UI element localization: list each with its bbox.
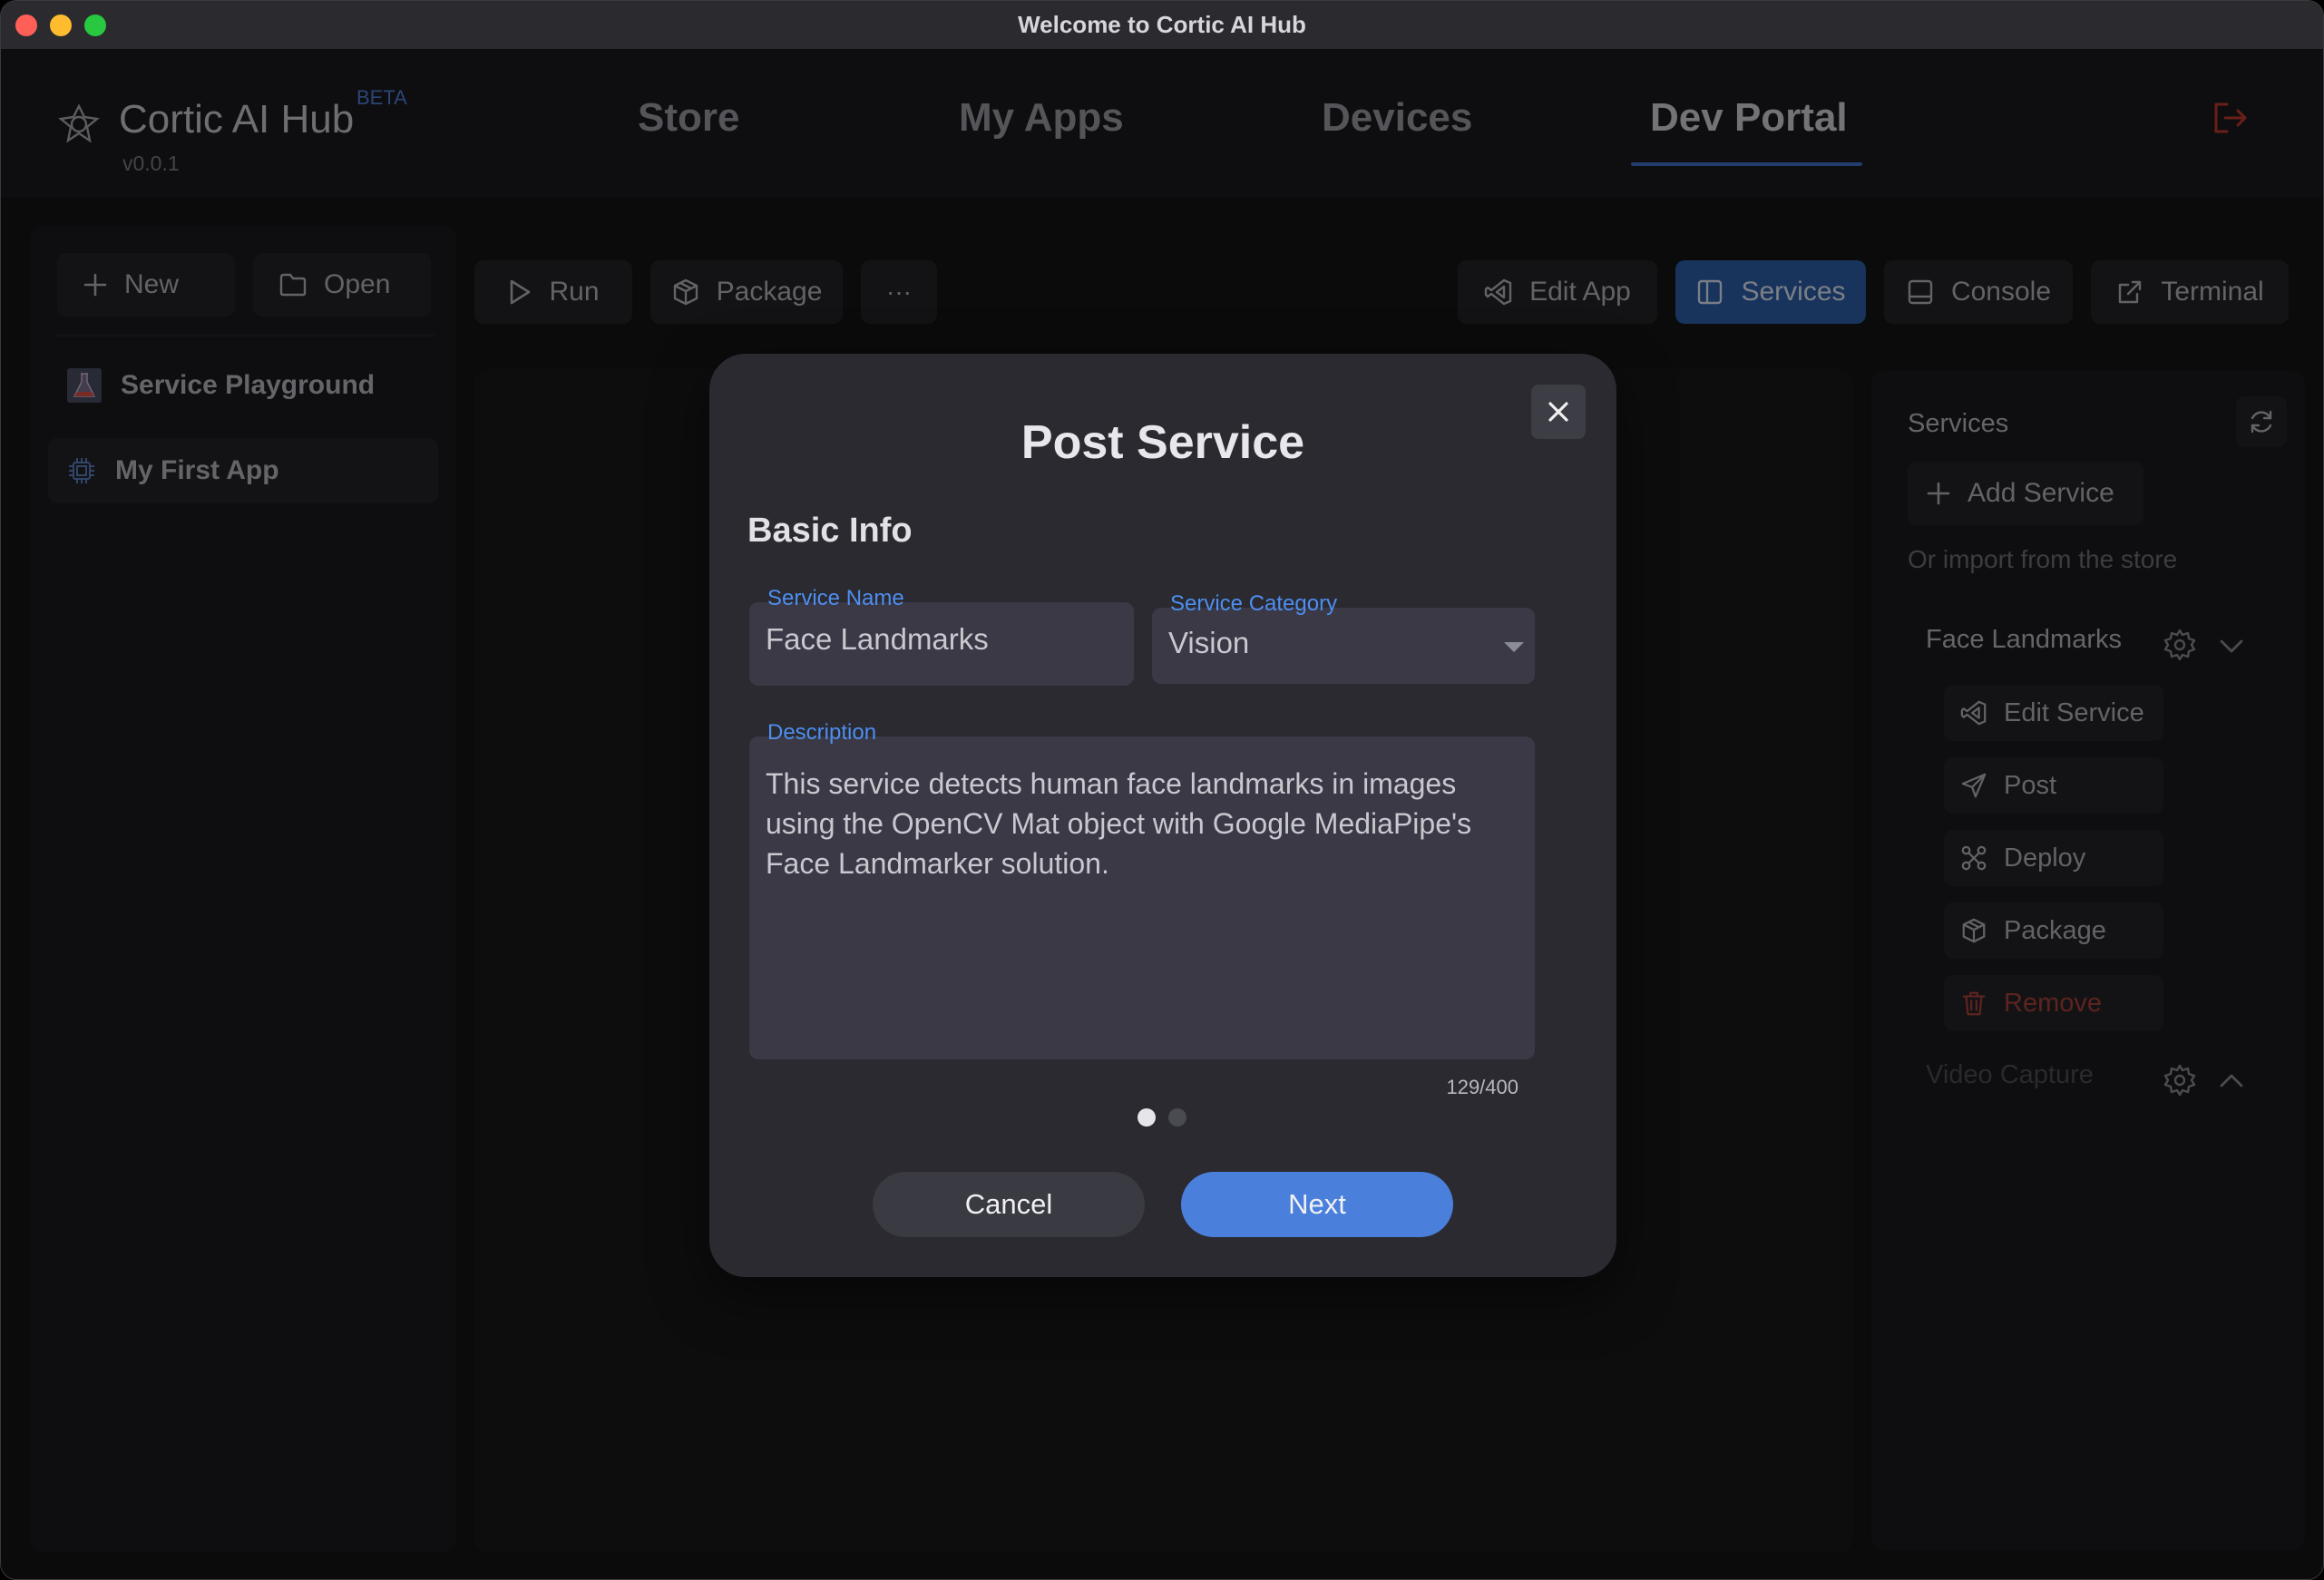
service-name-label: Service Name — [767, 586, 904, 610]
service-name-input[interactable]: Face Landmarks — [766, 622, 989, 657]
description-label: Description — [767, 720, 877, 745]
cancel-label: Cancel — [964, 1188, 1053, 1220]
next-button[interactable]: Next — [1181, 1172, 1453, 1237]
close-window-button[interactable] — [15, 15, 37, 36]
minimize-window-button[interactable] — [50, 15, 72, 36]
title-bar: Welcome to Cortic AI Hub — [1, 1, 2323, 50]
service-category-value: Vision — [1168, 626, 1250, 659]
window-controls — [15, 15, 106, 36]
page-dot-2[interactable] — [1168, 1108, 1186, 1126]
window-title: Welcome to Cortic AI Hub — [1018, 11, 1306, 38]
dropdown-caret-icon — [1504, 642, 1524, 652]
next-label: Next — [1288, 1188, 1346, 1220]
description-field[interactable]: Description This service detects human f… — [749, 720, 1535, 1059]
description-textarea[interactable]: This service detects human face landmark… — [766, 764, 1518, 883]
character-counter: 129/400 — [1446, 1076, 1518, 1098]
cancel-button[interactable]: Cancel — [873, 1172, 1145, 1237]
section-heading: Basic Info — [747, 512, 913, 550]
service-category-label: Service Category — [1170, 591, 1338, 616]
service-name-field[interactable]: Service Name Face Landmarks — [749, 586, 1134, 686]
dialog-title: Post Service — [1020, 416, 1305, 469]
page-indicator — [1138, 1108, 1186, 1126]
service-category-select[interactable]: Service Category Vision — [1152, 591, 1535, 684]
post-service-dialog: Post Service Basic Info Service Name Fac… — [709, 354, 1616, 1277]
app-window: Welcome to Cortic AI Hub Cortic AI Hub B… — [0, 0, 2324, 1580]
page-dot-1[interactable] — [1138, 1108, 1156, 1126]
maximize-window-button[interactable] — [84, 15, 106, 36]
